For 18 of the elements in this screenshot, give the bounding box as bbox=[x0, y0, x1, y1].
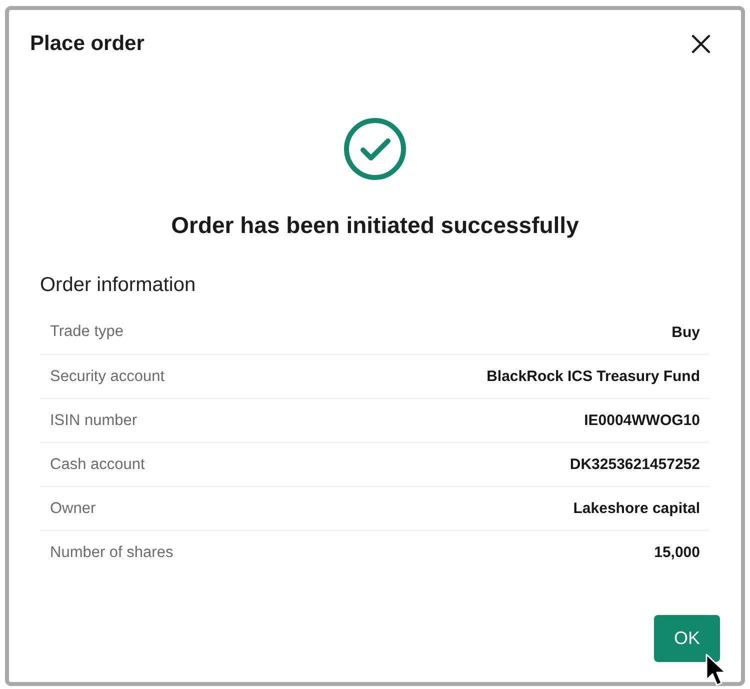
field-value: DK3253621457252 bbox=[570, 456, 700, 473]
ok-button[interactable]: OK bbox=[654, 615, 720, 662]
close-icon[interactable] bbox=[691, 34, 711, 54]
check-circle-icon bbox=[344, 118, 406, 180]
field-label: ISIN number bbox=[50, 412, 138, 430]
status-message: Order has been initiated successfully bbox=[171, 211, 579, 239]
field-value: 15,000 bbox=[654, 544, 700, 561]
field-label: Cash account bbox=[50, 456, 145, 474]
field-value: Buy bbox=[672, 324, 700, 340]
field-label: Security account bbox=[50, 368, 165, 386]
field-label: Owner bbox=[50, 500, 96, 518]
field-value: IE0004WWOG10 bbox=[584, 412, 700, 429]
section-title: Order information bbox=[40, 273, 196, 297]
field-label: Number of shares bbox=[50, 544, 174, 562]
field-value: Lakeshore capital bbox=[573, 500, 700, 517]
field-value: BlackRock ICS Treasury Fund bbox=[486, 368, 700, 385]
dialog-title: Place order bbox=[30, 32, 144, 56]
field-label: Trade type bbox=[50, 323, 124, 341]
